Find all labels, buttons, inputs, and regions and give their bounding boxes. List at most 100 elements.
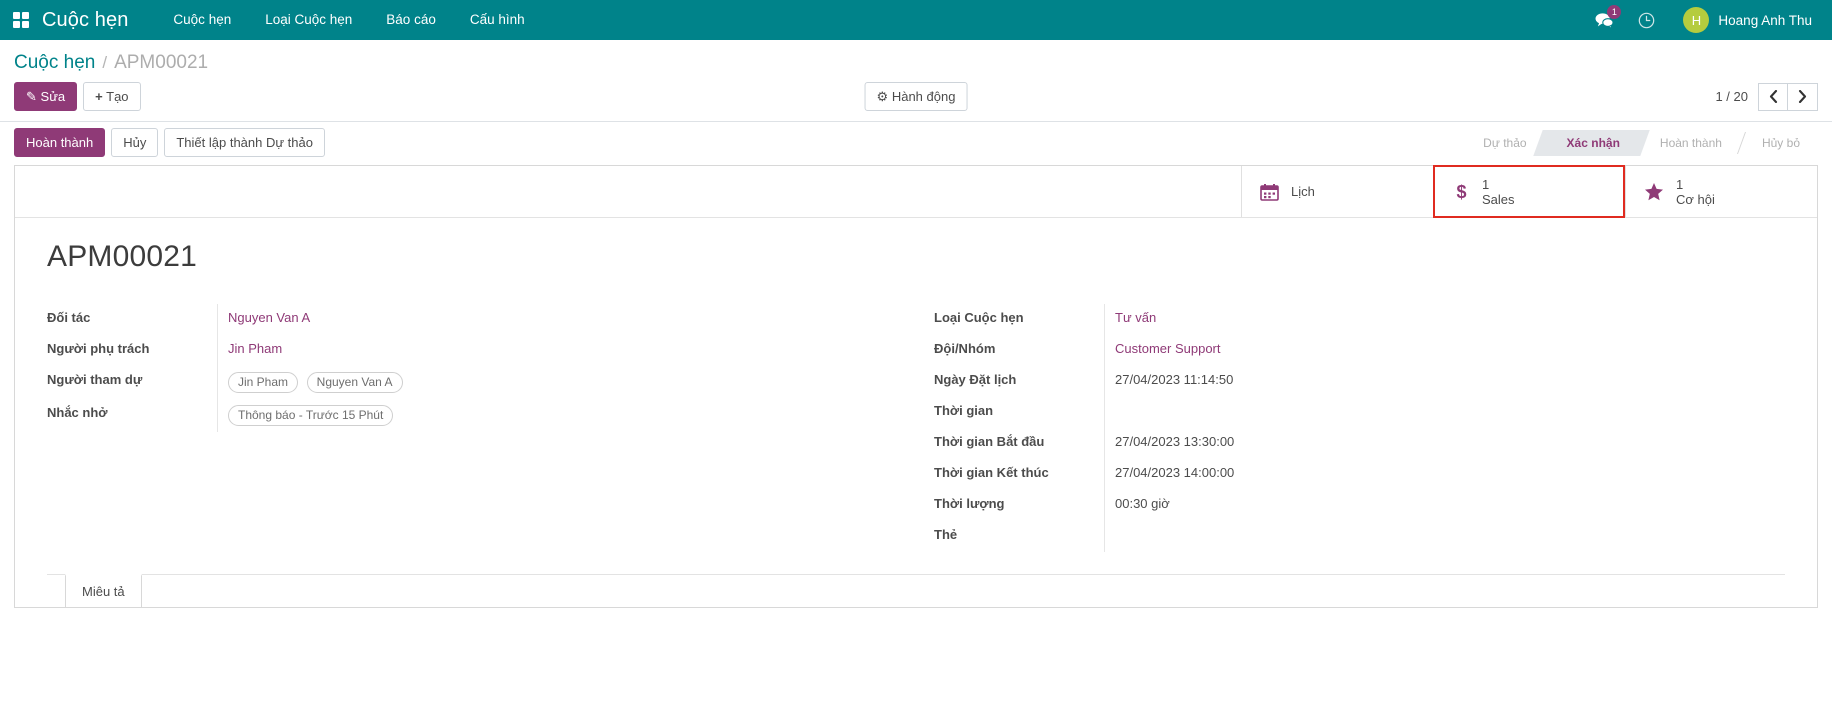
field-value-duration-text: 00:30 [1115, 496, 1148, 511]
form-column-left: Đối tác Nguyen Van A Người phụ trách Jin… [47, 304, 916, 552]
breadcrumb-current: APM00021 [114, 52, 208, 74]
create-button-label: Tạo [106, 89, 128, 104]
pager-previous-button[interactable] [1758, 83, 1788, 111]
notebook-tabs: Miêu tả [47, 574, 1785, 607]
pager [1758, 83, 1818, 111]
breadcrumb: Cuộc hẹn / APM00021 [14, 40, 1818, 78]
form-column-right: Loại Cuộc hẹn Tư vấn Đội/Nhóm Customer S… [916, 304, 1785, 552]
status-step-cancelled[interactable]: Hủy bỏ [1740, 130, 1818, 156]
activity-button[interactable] [1625, 0, 1667, 40]
field-value-partner-link[interactable]: Nguyen Van A [228, 310, 310, 325]
field-label-attendees: Người tham dự [47, 366, 217, 387]
breadcrumb-root[interactable]: Cuộc hẹn [14, 52, 95, 74]
status-step-confirmed[interactable]: Xác nhận [1545, 130, 1638, 156]
form-sheet: Lịch $ 1 Sales [14, 165, 1818, 608]
edit-button[interactable]: ✎ Sửa [14, 82, 77, 111]
brand-title[interactable]: Cuộc hẹn [42, 9, 128, 32]
menu-item-bao-cao[interactable]: Báo cáo [369, 0, 453, 40]
field-label-end-time: Thời gian Kết thúc [934, 459, 1104, 480]
create-button[interactable]: + Tạo [83, 82, 140, 111]
svg-text:$: $ [1456, 182, 1466, 202]
field-label-team: Đội/Nhóm [934, 335, 1104, 356]
status-action-row: Hoàn thành Hủy Thiết lập thành Dự thảo D… [0, 122, 1832, 165]
pencil-icon: ✎ [26, 89, 37, 104]
messages-badge: 1 [1607, 5, 1621, 19]
smart-button-sales-value: 1 [1482, 177, 1515, 192]
workflow-button-done[interactable]: Hoàn thành [14, 128, 105, 157]
field-value-team[interactable]: Customer Support [1104, 335, 1785, 366]
user-menu[interactable]: H Hoang Anh Thu [1667, 7, 1818, 33]
navbar-right-tools: 1 H Hoang Anh Thu [1583, 0, 1818, 40]
field-value-end-time-text: 27/04/2023 14:00:00 [1115, 465, 1234, 480]
tab-description[interactable]: Miêu tả [65, 574, 142, 607]
field-label-tags: Thẻ [934, 521, 1104, 542]
field-label-reminder: Nhắc nhở [47, 399, 217, 420]
field-label-duration: Thời lượng [934, 490, 1104, 511]
workflow-buttons: Hoàn thành Hủy Thiết lập thành Dự thảo [14, 128, 325, 157]
smart-button-calendar-label: Lịch [1291, 184, 1315, 199]
menu-item-loai-cuoc-hen[interactable]: Loại Cuộc hẹn [248, 0, 369, 40]
workflow-button-cancel[interactable]: Hủy [111, 128, 158, 157]
field-row-duration: Thời lượng 00:30 giờ [934, 490, 1785, 521]
action-button-label: Hành động [892, 89, 956, 104]
field-label-responsible: Người phụ trách [47, 335, 217, 356]
gear-icon: ⚙ [877, 89, 889, 104]
field-value-partner[interactable]: Nguyen Van A [217, 304, 916, 335]
status-step-done[interactable]: Hoàn thành [1638, 130, 1740, 156]
star-icon [1644, 182, 1664, 201]
field-value-tags[interactable] [1104, 521, 1785, 552]
field-row-team: Đội/Nhóm Customer Support [934, 335, 1785, 366]
smart-button-sales[interactable]: $ 1 Sales [1433, 165, 1625, 218]
tag-attendee-2[interactable]: Nguyen Van A [307, 372, 403, 393]
field-value-start-time-text: 27/04/2023 13:30:00 [1115, 434, 1234, 449]
field-value-responsible[interactable]: Jin Pham [217, 335, 916, 366]
field-value-duration[interactable]: 00:30 giờ [1104, 490, 1785, 521]
form-body: APM00021 Đối tác Nguyen Van A Người phụ … [15, 218, 1817, 607]
breadcrumb-separator: / [102, 53, 107, 73]
field-label-partner: Đối tác [47, 304, 217, 325]
field-value-end-time[interactable]: 27/04/2023 14:00:00 [1104, 459, 1785, 490]
smart-button-sales-text: 1 Sales [1482, 177, 1515, 207]
tag-reminder-1[interactable]: Thông báo - Trước 15 Phút [228, 405, 393, 426]
field-row-responsible: Người phụ trách Jin Pham [47, 335, 916, 366]
tag-attendee-1[interactable]: Jin Pham [228, 372, 298, 393]
menu-item-cuoc-hen[interactable]: Cuộc hẹn [156, 0, 248, 40]
field-value-reminder[interactable]: Thông báo - Trước 15 Phút [217, 399, 916, 432]
field-value-responsible-link[interactable]: Jin Pham [228, 341, 282, 356]
menu-item-cau-hinh[interactable]: Cấu hình [453, 0, 542, 40]
field-row-appointment-type: Loại Cuộc hẹn Tư vấn [934, 304, 1785, 335]
control-panel-left: ✎ Sửa + Tạo [14, 82, 141, 111]
action-button[interactable]: ⚙ Hành động [865, 82, 968, 111]
status-step-draft-label: Dự thảo [1483, 136, 1526, 150]
field-row-attendees: Người tham dự Jin Pham Nguyen Van A [47, 366, 916, 399]
field-value-appointment-type-link[interactable]: Tư vấn [1115, 310, 1156, 325]
field-value-booking-date[interactable]: 27/04/2023 11:14:50 [1104, 366, 1785, 397]
apps-grid-icon [13, 12, 29, 28]
field-row-booking-date: Ngày Đặt lịch 27/04/2023 11:14:50 [934, 366, 1785, 397]
field-value-attendees[interactable]: Jin Pham Nguyen Van A [217, 366, 916, 399]
workflow-button-set-draft[interactable]: Thiết lập thành Dự thảo [164, 128, 325, 157]
smart-button-calendar[interactable]: Lịch [1241, 166, 1433, 217]
control-panel-buttons: ✎ Sửa + Tạo ⚙ Hành động 1 / 20 [14, 78, 1818, 121]
record-title: APM00021 [47, 240, 1785, 274]
dollar-icon: $ [1453, 182, 1470, 202]
form-sheet-wrapper: Lịch $ 1 Sales [0, 165, 1832, 608]
messages-button[interactable]: 1 [1583, 0, 1625, 40]
status-bar: Dự thảo Xác nhận Hoàn thành Hủy bỏ [1461, 130, 1818, 156]
edit-button-label: Sửa [41, 89, 66, 104]
field-value-team-link[interactable]: Customer Support [1115, 341, 1221, 356]
field-value-start-time[interactable]: 27/04/2023 13:30:00 [1104, 428, 1785, 459]
main-menu: Cuộc hẹn Loại Cuộc hẹn Báo cáo Cấu hình [156, 0, 541, 40]
control-panel-right: 1 / 20 [1715, 83, 1818, 111]
field-label-booking-date: Ngày Đặt lịch [934, 366, 1104, 387]
status-step-confirmed-label: Xác nhận [1567, 136, 1620, 150]
field-label-appointment-type: Loại Cuộc hẹn [934, 304, 1104, 325]
field-value-time[interactable] [1104, 397, 1785, 428]
pager-next-button[interactable] [1788, 83, 1818, 111]
field-value-booking-date-text: 27/04/2023 11:14:50 [1115, 372, 1233, 387]
apps-menu-icon[interactable] [0, 0, 42, 40]
status-step-draft[interactable]: Dự thảo [1461, 130, 1544, 156]
field-value-appointment-type[interactable]: Tư vấn [1104, 304, 1785, 335]
field-value-duration-unit: giờ [1151, 496, 1170, 511]
smart-button-opportunity[interactable]: 1 Cơ hội [1625, 166, 1817, 217]
